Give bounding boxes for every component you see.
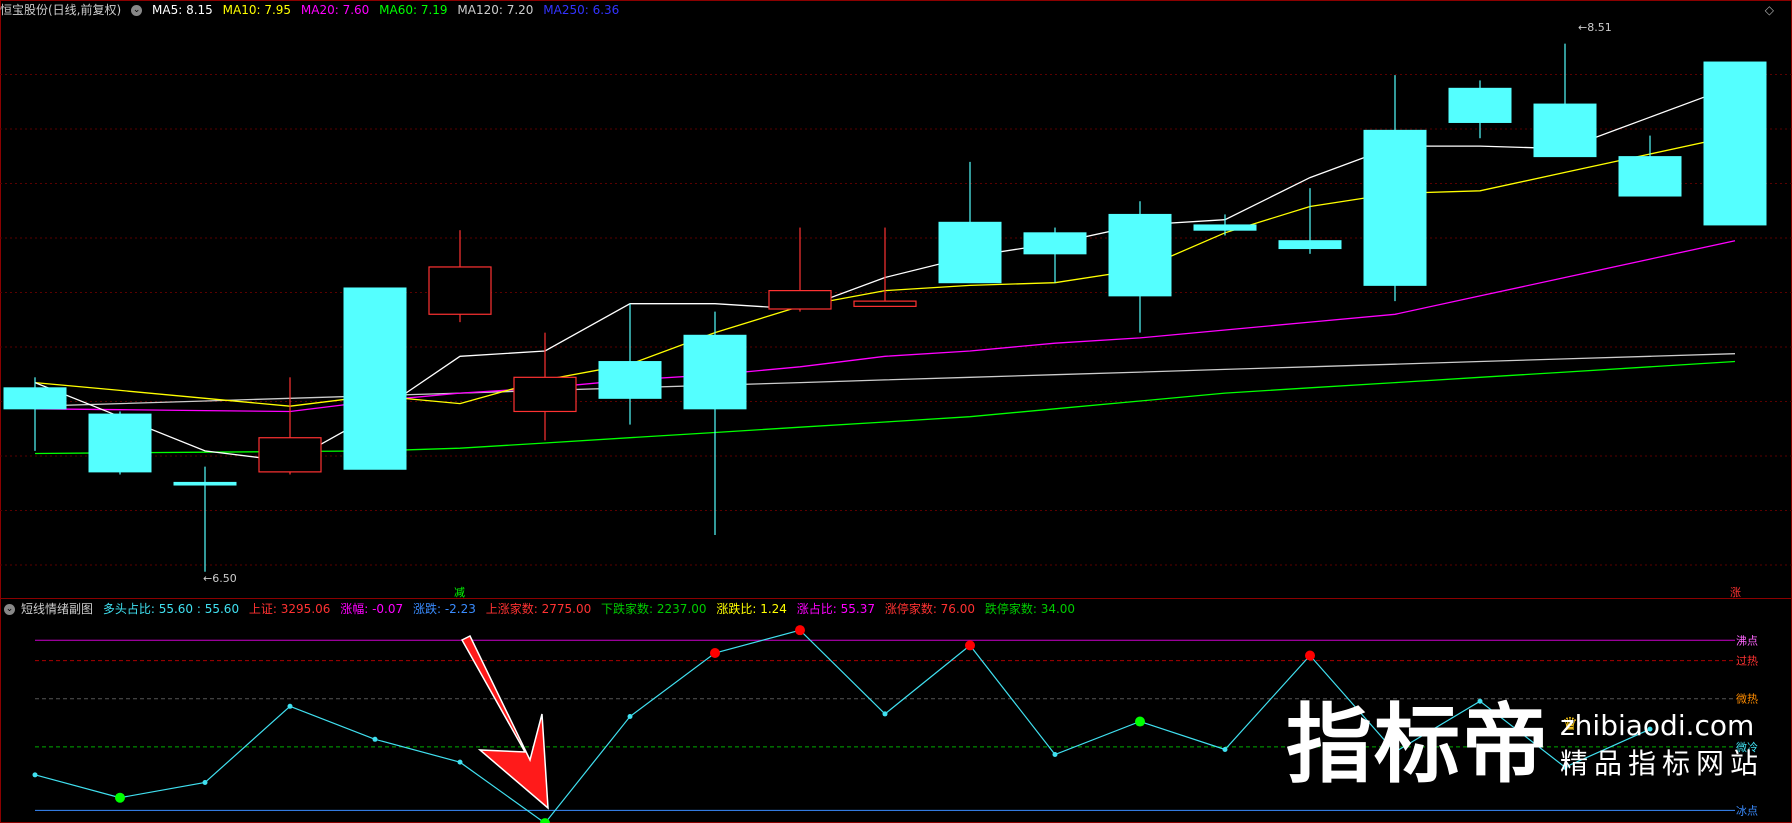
candle[interactable] [683,311,747,535]
candle-body [1278,240,1342,250]
candle[interactable] [513,332,577,441]
candle-body [258,437,322,473]
watermark: 指标帝 zhibiaodi.com 精品指标网站 [1286,700,1764,790]
candle-body [598,361,662,399]
candle-body [3,387,67,410]
candle[interactable] [598,303,662,425]
candle[interactable] [258,377,322,475]
down-count: 下跌家数: 2237.00 [601,602,707,616]
ice-dot[interactable] [1135,716,1145,727]
candle[interactable] [88,411,152,475]
candle[interactable] [1618,135,1682,197]
ma60-value: MA60: 7.19 [379,3,448,17]
candle-body [1023,232,1087,255]
ma20-value: MA20: 7.60 [300,3,370,17]
candle-body [938,221,1002,284]
candle-body [1363,129,1427,286]
candle-body [428,266,492,315]
candle[interactable] [1703,61,1767,226]
reduce-marker: 减 [454,586,465,599]
candle-body [1108,213,1172,297]
candle[interactable] [1363,75,1427,302]
level-label-ice: 冰点 [1736,804,1758,817]
candle-body [513,376,577,413]
candle-body [1533,103,1597,158]
sentiment-point[interactable] [287,703,293,709]
watermark-main: 指标帝 [1285,695,1550,795]
candle[interactable] [1278,188,1342,254]
up-count: 上涨家数: 2775.00 [485,602,592,616]
watermark-url: zhibiaodi.com [1559,709,1755,742]
candle-body [1448,87,1512,123]
indicator-name: 短线情绪副图 [21,602,94,616]
candle[interactable] [173,466,237,572]
toggle-icon[interactable]: ⌄ [131,5,143,16]
red-arrow [460,634,549,810]
expand-icon[interactable]: ◇ [1765,3,1774,17]
sentiment-point[interactable] [1222,746,1228,752]
candlesticks[interactable] [3,43,1767,572]
level-label-overheat: 过热 [1736,655,1758,668]
sentiment-point[interactable] [202,779,208,785]
candle-body [1618,156,1682,197]
candle[interactable] [1023,227,1087,283]
candle-body [683,334,747,410]
change-amount: 涨幅: -0.07 [340,602,404,616]
candle-body [768,290,832,310]
candle[interactable] [1193,214,1257,236]
toggle-icon[interactable]: ⌄ [4,604,15,615]
sh-index: 上证: 3295.06 [248,602,331,616]
candle-body [343,287,407,470]
overheat-dot[interactable] [795,625,805,636]
updown-ratio: 涨跌比: 1.24 [716,602,787,616]
sentiment-point[interactable] [627,713,633,719]
overheat-dot[interactable] [1305,650,1315,661]
level-label-boiling: 沸点 [1736,634,1758,647]
main-frame [0,0,1792,599]
watermark-tagline: 精品指标网站 [1559,747,1764,780]
candle[interactable] [428,230,492,323]
candle[interactable] [1533,43,1597,158]
sentiment-point[interactable] [372,736,378,742]
ma250-value: MA250: 6.36 [543,3,620,17]
high-price-label: ←8.51 [1578,21,1612,34]
candle[interactable] [343,287,407,470]
up-ratio: 涨占比: 55.37 [796,602,875,616]
candle[interactable] [3,377,67,451]
candle-body [1193,224,1257,231]
limit-up-count: 涨停家数: 76.00 [884,602,976,616]
limit-down-count: 跌停家数: 34.00 [984,602,1076,616]
ma5-value: MA5: 8.15 [152,3,213,17]
candle[interactable] [1448,80,1512,139]
ma10-value: MA10: 7.95 [222,3,292,17]
ma120-value: MA120: 7.20 [457,3,534,17]
sentiment-point[interactable] [457,759,463,765]
rise-marker: 涨 [1730,586,1741,599]
overheat-dot[interactable] [965,640,975,651]
sentiment-point[interactable] [882,711,888,717]
candle-body [173,481,237,486]
main-chart-header: 恒宝股份(日线,前复权) ⌄ MA5: 8.15 MA10: 7.95 MA20:… [0,2,625,18]
ice-dot[interactable] [115,792,125,803]
low-price-label: ←6.50 [203,572,237,585]
candle[interactable] [938,161,1002,284]
candle-body [1703,61,1767,226]
stock-name: 恒宝股份(日线,前复权) [0,3,122,17]
candle[interactable] [1108,201,1172,333]
sentiment-point[interactable] [1052,752,1058,758]
bull-ratio: 多头占比: 55.60 : 55.60 [102,602,240,616]
candle[interactable] [768,227,832,312]
candle-body [853,300,917,307]
candle-body [88,413,152,473]
overheat-dot[interactable] [710,648,720,658]
sentiment-point[interactable] [32,772,38,778]
change-percent: 涨跌: -2.23 [412,602,476,616]
indicator-header: ⌄ 短线情绪副图 多头占比: 55.60 : 55.60 上证: 3295.06 … [0,601,1081,617]
